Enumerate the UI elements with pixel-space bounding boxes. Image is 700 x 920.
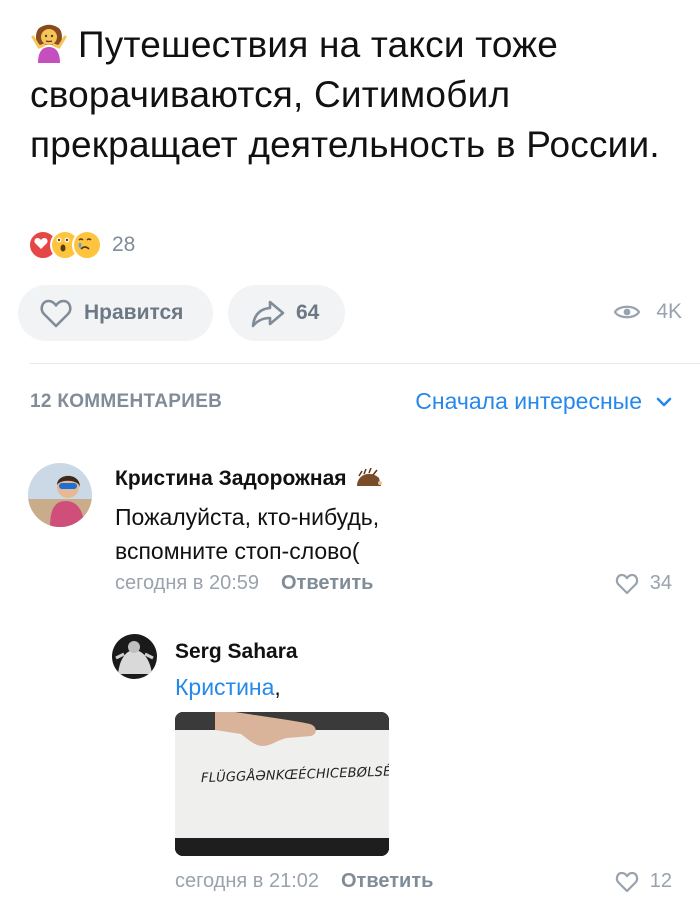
eye-icon <box>614 305 641 319</box>
like-label: Нравится <box>84 301 184 324</box>
comment-author[interactable]: Кристина Задорожная <box>115 467 383 491</box>
comment-meta: сегодня в 21:02 Ответить <box>175 870 433 893</box>
share-arrow-icon <box>251 300 285 328</box>
comments-sort-select[interactable]: Сначала интересные <box>415 388 672 415</box>
cry-reaction-icon <box>72 230 102 260</box>
comment-meta: сегодня в 20:59 Ответить <box>115 572 373 595</box>
reactions-bar[interactable]: 28 <box>28 230 135 260</box>
sort-label: Сначала интересные <box>415 388 642 414</box>
hedgehog-icon <box>356 468 382 486</box>
comment-like-button[interactable]: 12 <box>614 870 672 893</box>
share-button[interactable]: 64 <box>228 285 345 341</box>
views-counter: 4K <box>614 300 682 324</box>
reactions-count: 28 <box>112 233 136 256</box>
comment-image-attachment[interactable]: FLÜGGÅƏNKŒÉCHICEBØLSÉN <box>175 712 389 856</box>
heart-outline-icon <box>615 573 638 595</box>
reply-button[interactable]: Ответить <box>281 572 373 595</box>
chevron-down-icon <box>656 397 672 406</box>
share-count: 64 <box>296 301 320 324</box>
avatar[interactable] <box>28 463 92 527</box>
comment-text: Пожалуйста, кто-нибудь, вспомните стоп-с… <box>115 504 380 564</box>
comment-text: Кристина, <box>175 674 281 700</box>
heart-outline-icon <box>615 871 638 893</box>
divider <box>30 363 700 364</box>
comment-author[interactable]: Serg Sahara <box>175 640 298 664</box>
comment-like-count: 34 <box>649 572 672 594</box>
comment-like-count: 12 <box>649 870 672 892</box>
heart-outline-icon <box>40 299 72 328</box>
like-button[interactable]: Нравится <box>18 285 213 341</box>
person-shrugging-icon <box>30 23 68 63</box>
comment-like-button[interactable]: 34 <box>614 572 672 595</box>
comments-count: 12 КОММЕНТАРИЕВ <box>30 391 223 412</box>
mention-link[interactable]: Кристина <box>175 674 274 700</box>
comment-time: сегодня в 20:59 <box>115 572 259 594</box>
comment-time: сегодня в 21:02 <box>175 870 319 892</box>
post-title: Путешествия на такси тоже сворачиваются,… <box>30 23 660 165</box>
views-count: 4K <box>656 300 682 323</box>
reply-button[interactable]: Ответить <box>341 870 433 893</box>
avatar[interactable] <box>112 634 157 679</box>
